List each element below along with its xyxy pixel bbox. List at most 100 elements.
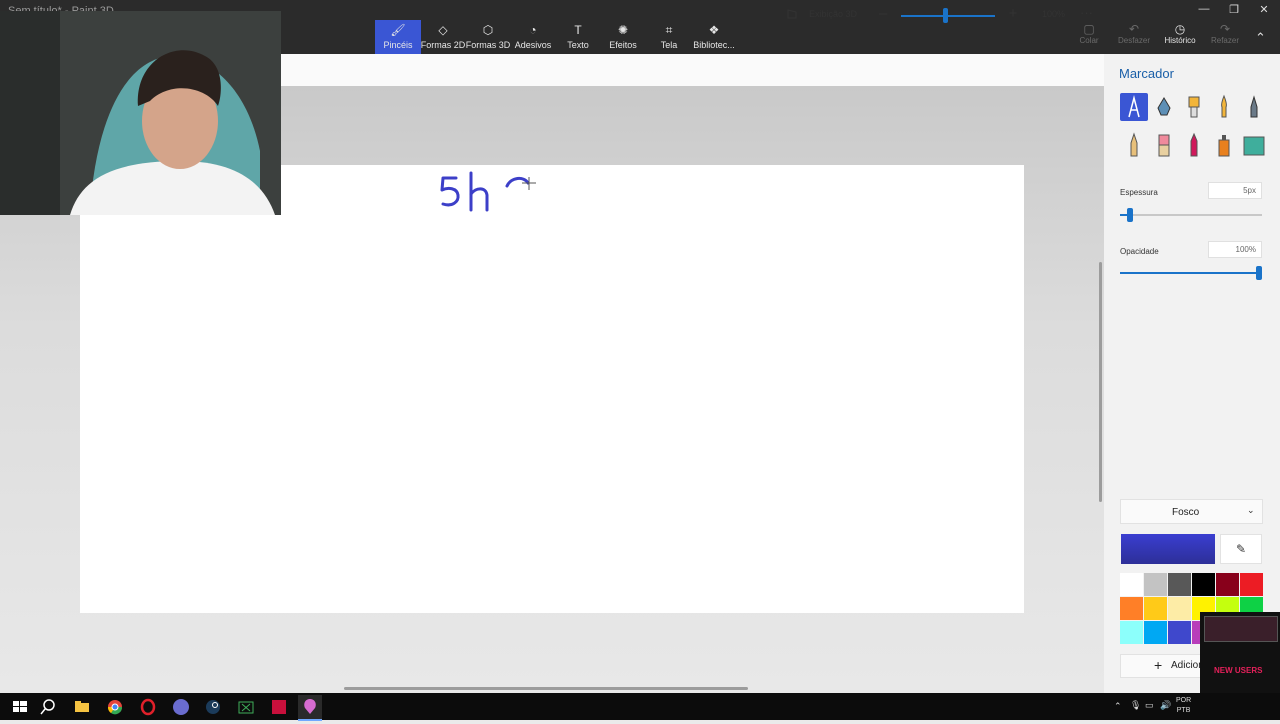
eyedropper-icon: ✎ <box>1235 542 1247 556</box>
app-button[interactable] <box>267 695 291 719</box>
steam-icon <box>206 700 220 714</box>
paste-button[interactable]: ▢ Colar <box>1067 22 1111 45</box>
tool-stickers[interactable]: ◔ Adesivos <box>510 20 556 54</box>
palette-swatch[interactable] <box>1144 573 1167 596</box>
paint-3d-button[interactable] <box>298 695 322 721</box>
palette-swatch[interactable] <box>1240 573 1263 596</box>
brush-watercolor[interactable] <box>1210 93 1238 121</box>
undo-button[interactable]: ↶ Desfazer <box>1112 22 1156 45</box>
brush-spray[interactable] <box>1210 131 1238 159</box>
restore-button[interactable]: ❐ <box>1219 3 1249 16</box>
file-explorer-button[interactable] <box>70 695 94 719</box>
drawing-canvas[interactable]: 5h <box>80 165 1024 613</box>
library-icon: ❖ <box>708 23 720 37</box>
brush-crayon[interactable] <box>1180 131 1208 159</box>
palette-swatch[interactable] <box>1216 573 1239 596</box>
more-options-icon[interactable]: ··· <box>1080 5 1093 20</box>
opacity-slider-thumb[interactable] <box>1256 266 1262 280</box>
thickness-slider[interactable] <box>1120 214 1262 216</box>
palette-swatch[interactable] <box>1120 573 1143 596</box>
tool-label: Formas 2D <box>420 40 466 50</box>
oil-brush-icon <box>1188 96 1200 118</box>
crayon-icon <box>1190 132 1198 157</box>
network-icon[interactable]: ▭ <box>1145 700 1154 711</box>
chrome-button[interactable] <box>103 695 127 719</box>
thickness-input[interactable]: 5px <box>1208 182 1262 199</box>
horizontal-scrollbar[interactable] <box>344 687 748 690</box>
vertical-scrollbar[interactable] <box>1099 262 1102 502</box>
history-button[interactable]: ◷ Histórico <box>1158 22 1202 45</box>
view-3d-icon[interactable] <box>786 8 798 20</box>
zoom-out-button[interactable]: – <box>876 5 890 22</box>
palette-swatch[interactable] <box>1120 621 1143 644</box>
discord-button[interactable] <box>169 695 193 719</box>
zoom-value: 100% <box>1042 9 1066 19</box>
windows-icon <box>13 701 27 712</box>
tool-canvas[interactable]: ⌗ Tela <box>646 20 692 54</box>
zoom-slider-thumb[interactable] <box>943 8 949 23</box>
microphone-icon[interactable]: 🎙 <box>1130 700 1141 711</box>
folder-icon <box>75 701 89 712</box>
tool-shapes-3d[interactable]: ⬡ Formas 3D <box>465 20 511 54</box>
chevron-up-icon[interactable]: ⌃ <box>1114 701 1122 712</box>
view-3d-label[interactable]: Exibição 3D <box>809 9 857 19</box>
history-label: Histórico <box>1164 36 1196 45</box>
close-icon: ✕ <box>1259 4 1269 16</box>
xbox-button[interactable] <box>234 695 258 719</box>
tool-label: Efeitos <box>609 40 637 50</box>
brush-pixel-pen[interactable] <box>1240 93 1268 121</box>
opacity-input[interactable]: 100% <box>1208 241 1262 258</box>
palette-swatch[interactable] <box>1168 621 1191 644</box>
spray-can-icon <box>1218 135 1230 157</box>
language-indicator[interactable]: POR PTB <box>1176 696 1191 716</box>
tool-effects[interactable]: ✺ Efeitos <box>600 20 646 54</box>
tool-brushes[interactable]: 🖌 Pincéis <box>375 20 421 54</box>
start-button[interactable] <box>8 695 32 719</box>
tool-label: Pincéis <box>383 40 413 50</box>
opera-button[interactable] <box>136 695 160 719</box>
tool-label: Formas 3D <box>465 40 511 50</box>
palette-swatch[interactable] <box>1144 597 1167 620</box>
eyedropper-button[interactable]: ✎ <box>1220 534 1262 564</box>
zoom-in-button[interactable]: + <box>1006 5 1020 22</box>
pixel-pen-icon <box>1250 95 1258 118</box>
palette-swatch[interactable] <box>1168 597 1191 620</box>
pencil-icon <box>1130 132 1138 157</box>
brush-eraser[interactable] <box>1150 131 1178 159</box>
current-color-swatch[interactable] <box>1121 534 1215 564</box>
steam-button[interactable] <box>201 695 225 719</box>
overlay-badge <box>1204 616 1278 642</box>
tool-library[interactable]: ❖ Bibliotec... <box>691 20 737 54</box>
redo-label: Refazer <box>1210 36 1239 45</box>
chevron-down-icon: ⌄ <box>1247 505 1255 515</box>
thickness-slider-thumb[interactable] <box>1126 208 1133 222</box>
search-button[interactable] <box>36 695 60 719</box>
close-button[interactable]: ✕ <box>1249 3 1279 16</box>
palette-swatch[interactable] <box>1168 573 1191 596</box>
sticker-icon: ◔ <box>529 23 537 37</box>
brush-fill[interactable] <box>1240 131 1268 159</box>
opacity-slider-fill <box>1120 272 1259 274</box>
volume-icon[interactable]: 🔊 <box>1160 700 1171 711</box>
calligraphy-pen-icon <box>1157 97 1171 116</box>
brush-calligraphy[interactable] <box>1150 93 1178 121</box>
tool-shapes-2d[interactable]: ◇ Formas 2D <box>420 20 466 54</box>
palette-swatch[interactable] <box>1144 621 1167 644</box>
palette-swatch[interactable] <box>1120 597 1143 620</box>
webcam-person-image <box>0 11 281 215</box>
discord-icon <box>173 699 189 715</box>
brush-oil[interactable] <box>1180 93 1208 121</box>
shapes-2d-icon: ◇ <box>438 23 448 37</box>
clipboard-icon: ▢ <box>1083 22 1095 36</box>
crop-icon: ⌗ <box>665 23 673 37</box>
tool-label: Bibliotec... <box>693 40 735 50</box>
overlay-label: NEW USERS <box>1214 666 1263 675</box>
brush-pencil[interactable] <box>1120 131 1148 159</box>
paste-label: Colar <box>1079 36 1099 45</box>
brush-marker[interactable] <box>1120 93 1148 121</box>
tool-text[interactable]: T Texto <box>555 20 601 54</box>
redo-button[interactable]: ↷ Refazer <box>1203 22 1247 45</box>
minimize-button[interactable]: — <box>1189 3 1219 15</box>
palette-swatch[interactable] <box>1192 573 1215 596</box>
expand-chevron-icon[interactable]: ⌃ <box>1255 30 1266 46</box>
